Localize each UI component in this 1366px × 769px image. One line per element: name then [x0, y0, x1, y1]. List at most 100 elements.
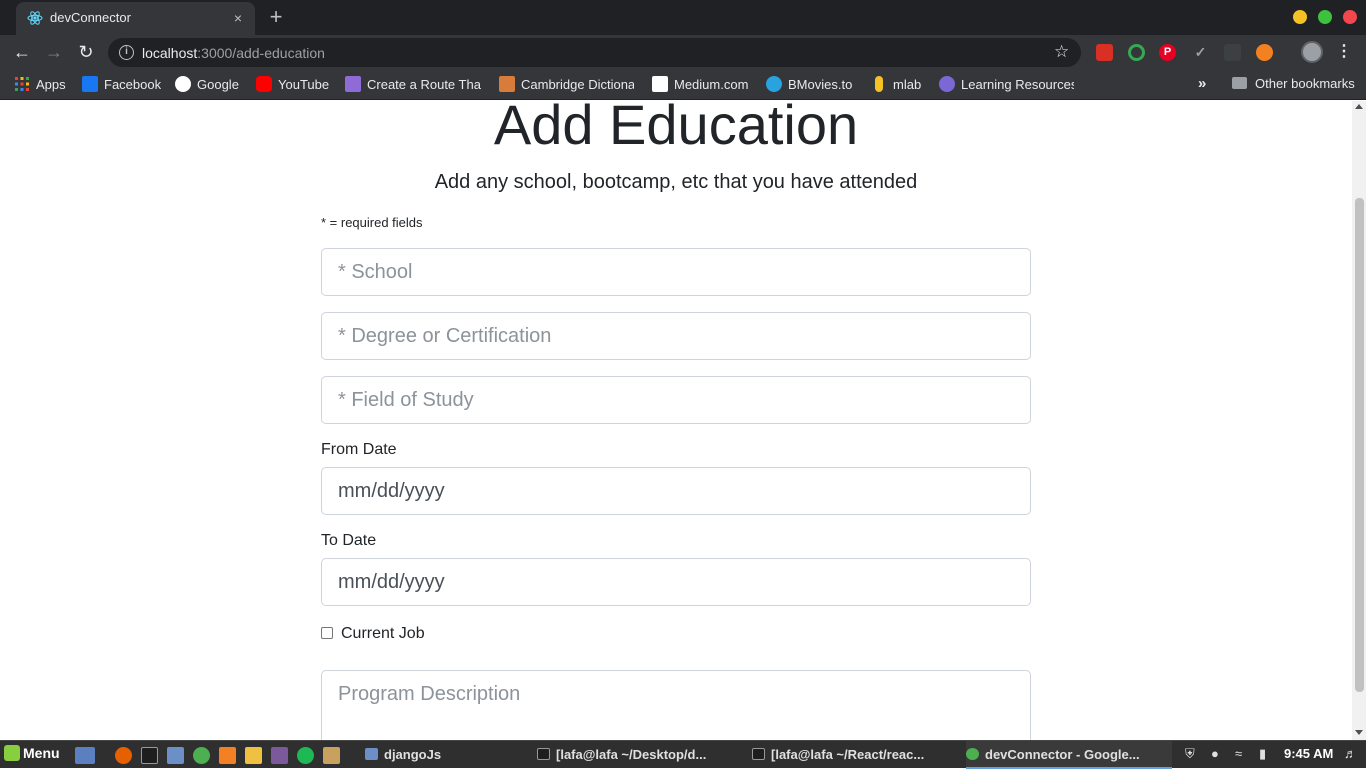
window-close-button[interactable]: [1343, 10, 1357, 24]
terminal-icon[interactable]: [141, 747, 158, 764]
tab-devconnector[interactable]: devConnector ×: [16, 2, 255, 35]
bookmark-learning-resources[interactable]: Learning Resources: [939, 76, 1074, 94]
to-date-input[interactable]: mm/dd/yyyy: [321, 558, 1031, 606]
current-job-checkbox[interactable]: [321, 627, 333, 639]
taskbar-window-chrome[interactable]: devConnector - Google...: [966, 741, 1172, 769]
taskbar-window-label: djangoJs: [384, 747, 442, 762]
bookmark-label: YouTube: [278, 77, 330, 92]
spotify-icon[interactable]: [297, 747, 314, 764]
page-title: Add Education: [493, 101, 859, 156]
terminal-icon: [537, 748, 550, 760]
bookmark-bmovies[interactable]: BMovies.to: [766, 76, 852, 94]
degree-input[interactable]: * Degree or Certification: [321, 312, 1031, 360]
browser-menu-icon[interactable]: ⋮: [1336, 41, 1352, 63]
battery-icon[interactable]: ▮: [1259, 746, 1266, 762]
taskbar-window-label: [lafa@lafa ~/Desktop/d...: [556, 747, 707, 762]
folder-icon: [1232, 77, 1247, 89]
taskbar-window-terminal-react[interactable]: [lafa@lafa ~/React/reac...: [752, 741, 957, 769]
start-menu-button[interactable]: Menu: [4, 745, 60, 765]
page-lead: Add any school, bootcamp, etc that you h…: [434, 171, 918, 193]
reload-icon[interactable]: ↻: [74, 40, 98, 64]
profile-avatar[interactable]: [1301, 41, 1323, 63]
bookmark-star-icon[interactable]: ☆: [1054, 42, 1069, 62]
page-scrollbar[interactable]: [1352, 101, 1366, 740]
bookmark-apps[interactable]: Apps: [14, 76, 66, 94]
bookmark-label: Cambridge Dictiona: [521, 77, 634, 92]
mlab-icon: [875, 76, 883, 92]
from-date-label: From Date: [321, 441, 397, 458]
bookmark-mlab[interactable]: mlab: [871, 76, 921, 94]
terminal-icon: [752, 748, 765, 760]
sublime-icon[interactable]: [219, 747, 236, 764]
bookmark-label: Facebook: [104, 77, 162, 92]
extension-check-icon[interactable]: ✓: [1192, 44, 1209, 61]
from-date-input[interactable]: mm/dd/yyyy: [321, 467, 1031, 515]
bookmark-facebook[interactable]: Facebook: [82, 76, 161, 94]
bookmark-label: Create a Route That: [367, 77, 481, 92]
bookmark-label: Learning Resources: [961, 77, 1074, 92]
url-text[interactable]: localhost:3000/add-education: [142, 45, 325, 61]
react-icon: [27, 11, 43, 25]
os-taskbar: Menu djangoJs [lafa@lafa ~/Desktop/d... …: [0, 740, 1366, 769]
app-icon[interactable]: [323, 747, 340, 764]
media-icon[interactable]: [271, 747, 288, 764]
bookmark-google[interactable]: Google: [175, 76, 239, 94]
user-icon[interactable]: ●: [1211, 746, 1219, 761]
bookmark-create-route[interactable]: Create a Route That: [345, 76, 481, 94]
school-input[interactable]: * School: [321, 248, 1031, 296]
learning-icon: [939, 76, 955, 92]
site-info-icon[interactable]: i: [119, 45, 134, 60]
other-bookmarks[interactable]: Other bookmarks: [1232, 76, 1355, 91]
browser-toolbar: ← → ↻ i localhost:3000/add-education ☆ P…: [0, 35, 1366, 70]
mint-logo-icon: [4, 745, 20, 761]
extension-red-icon[interactable]: [1096, 44, 1113, 61]
firefox-icon[interactable]: [115, 747, 132, 764]
extension-ring-icon[interactable]: [1128, 44, 1145, 61]
window-maximize-button[interactable]: [1318, 10, 1332, 24]
taskbar-window-terminal-desktop[interactable]: [lafa@lafa ~/Desktop/d...: [537, 741, 742, 769]
pinterest-icon[interactable]: P: [1159, 44, 1176, 61]
window-minimize-button[interactable]: [1293, 10, 1307, 24]
google-icon: [175, 76, 191, 92]
taskbar-window-djangojs[interactable]: djangoJs: [365, 741, 525, 769]
extension-orange-icon[interactable]: [1256, 44, 1273, 61]
play-icon: [766, 76, 782, 92]
other-bookmarks-label: Other bookmarks: [1255, 76, 1355, 91]
notes-icon[interactable]: [245, 747, 262, 764]
extension-dark-icon[interactable]: [1224, 44, 1241, 61]
volume-icon[interactable]: ♬: [1344, 746, 1357, 761]
bookmark-cambridge[interactable]: Cambridge Dictiona: [499, 76, 634, 94]
program-description-placeholder: Program Description: [338, 683, 521, 705]
url-host: localhost: [142, 45, 198, 61]
bookmarks-overflow-icon[interactable]: »: [1198, 75, 1206, 92]
bookmark-label: Apps: [36, 77, 66, 92]
show-desktop-icon[interactable]: [75, 747, 95, 764]
scroll-down-icon[interactable]: [1355, 730, 1363, 735]
cambridge-shield-icon: [499, 76, 515, 92]
chrome-icon: [966, 748, 979, 760]
bookmark-youtube[interactable]: YouTube: [256, 76, 329, 94]
bookmark-label: Google: [197, 77, 239, 92]
address-bar[interactable]: i localhost:3000/add-education ☆: [108, 38, 1081, 67]
back-arrow-icon[interactable]: ←: [10, 40, 34, 64]
page-viewport: Add Education Add any school, bootcamp, …: [0, 101, 1352, 740]
apps-grid-icon: [15, 77, 29, 91]
new-tab-button[interactable]: +: [264, 4, 288, 30]
field-of-study-input[interactable]: * Field of Study: [321, 376, 1031, 424]
bookmark-medium[interactable]: Medium.com: [652, 76, 748, 94]
scroll-up-icon[interactable]: [1355, 104, 1363, 109]
program-description-textarea[interactable]: Program Description: [321, 670, 1031, 740]
wifi-icon[interactable]: ≈: [1235, 746, 1242, 761]
degree-placeholder: * Degree or Certification: [338, 325, 552, 347]
forward-arrow-icon[interactable]: →: [42, 40, 66, 64]
current-job-label[interactable]: Current Job: [341, 625, 425, 643]
scrollbar-thumb[interactable]: [1355, 198, 1364, 692]
chrome-icon[interactable]: [193, 747, 210, 764]
files-icon[interactable]: [167, 747, 184, 764]
tab-close-icon[interactable]: ×: [230, 8, 246, 28]
to-date-label: To Date: [321, 532, 377, 549]
taskbar-window-label: devConnector - Google...: [985, 747, 1140, 762]
clock[interactable]: 9:45 AM: [1284, 746, 1333, 761]
shield-icon[interactable]: ⛨: [1185, 746, 1195, 762]
facebook-icon: [82, 76, 98, 92]
